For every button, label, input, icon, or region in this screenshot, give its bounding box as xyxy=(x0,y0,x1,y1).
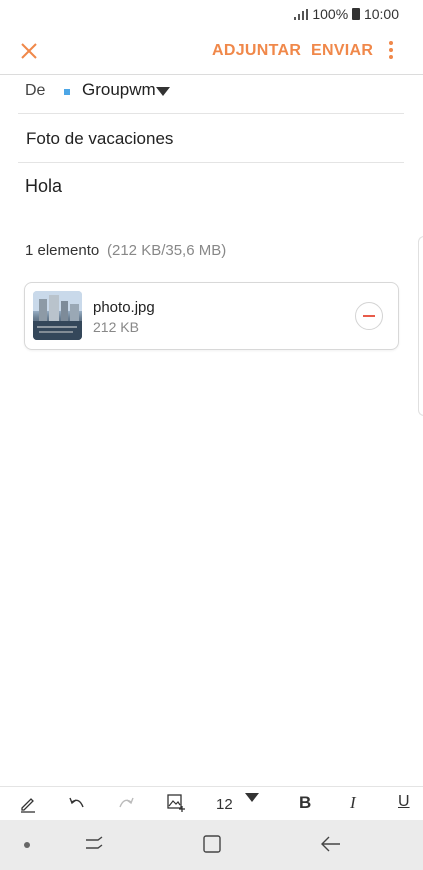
minus-icon xyxy=(363,315,375,317)
subject-text: Foto de vacaciones xyxy=(26,129,174,148)
status-bar: 100% 10:00 xyxy=(0,0,423,28)
send-button[interactable]: ENVIAR xyxy=(311,42,373,60)
home-button[interactable] xyxy=(202,834,222,859)
compose-action-bar: ADJUNTAR ENVIAR xyxy=(0,28,423,75)
italic-button[interactable]: I xyxy=(350,793,356,813)
from-account-selector[interactable]: Groupwm xyxy=(82,80,156,100)
attachment-size-summary: (212 KB/35,6 MB) xyxy=(107,242,227,259)
attach-button[interactable]: ADJUNTAR xyxy=(212,42,301,60)
subject-field[interactable]: Foto de vacaciones xyxy=(18,114,404,162)
close-button[interactable] xyxy=(14,36,44,66)
recents-button[interactable] xyxy=(84,834,104,859)
attachment-name: photo.jpg xyxy=(93,299,155,316)
more-vert-icon xyxy=(384,41,398,59)
close-icon xyxy=(21,43,37,59)
signal-icon xyxy=(294,7,309,23)
attachment-thumbnail xyxy=(33,291,82,340)
attachment-count: 1 elemento xyxy=(25,242,100,259)
status-info: 100% 10:00 xyxy=(294,6,399,23)
attachment-size: 212 KB xyxy=(93,319,139,335)
from-row: De Groupwm xyxy=(0,75,423,113)
recents-icon xyxy=(86,836,103,849)
underline-button[interactable]: U xyxy=(398,793,410,811)
remove-attachment-button[interactable] xyxy=(355,302,383,330)
message-body[interactable]: Hola xyxy=(25,176,62,197)
navigation-bar xyxy=(0,820,423,870)
battery-icon xyxy=(352,8,361,20)
redo-icon xyxy=(119,797,134,808)
formatting-toolbar: 12 B I U xyxy=(0,786,423,821)
from-label: De xyxy=(25,82,46,99)
edge-panel-handle[interactable] xyxy=(418,236,423,416)
divider xyxy=(18,162,404,163)
undo-icon xyxy=(69,797,84,808)
insert-image-icon xyxy=(167,794,185,812)
account-color-dot xyxy=(64,89,70,95)
pen-button[interactable] xyxy=(18,793,38,818)
dot-icon[interactable] xyxy=(24,842,30,848)
attachment-item[interactable]: photo.jpg 212 KB xyxy=(24,282,399,350)
bold-button[interactable]: B xyxy=(299,793,311,813)
font-size-dropdown-icon[interactable] xyxy=(245,793,259,802)
pen-icon xyxy=(21,798,35,813)
clock: 10:00 xyxy=(363,6,399,22)
redo-button[interactable] xyxy=(116,793,136,818)
battery-percent: 100% xyxy=(312,6,349,22)
back-button[interactable] xyxy=(320,834,342,859)
undo-button[interactable] xyxy=(67,793,87,818)
font-size-selector[interactable]: 12 xyxy=(216,796,233,813)
home-icon xyxy=(203,835,221,853)
back-icon xyxy=(321,836,340,852)
more-options-button[interactable] xyxy=(384,38,398,64)
insert-image-button[interactable] xyxy=(166,793,186,818)
dropdown-arrow-icon[interactable] xyxy=(156,87,170,96)
